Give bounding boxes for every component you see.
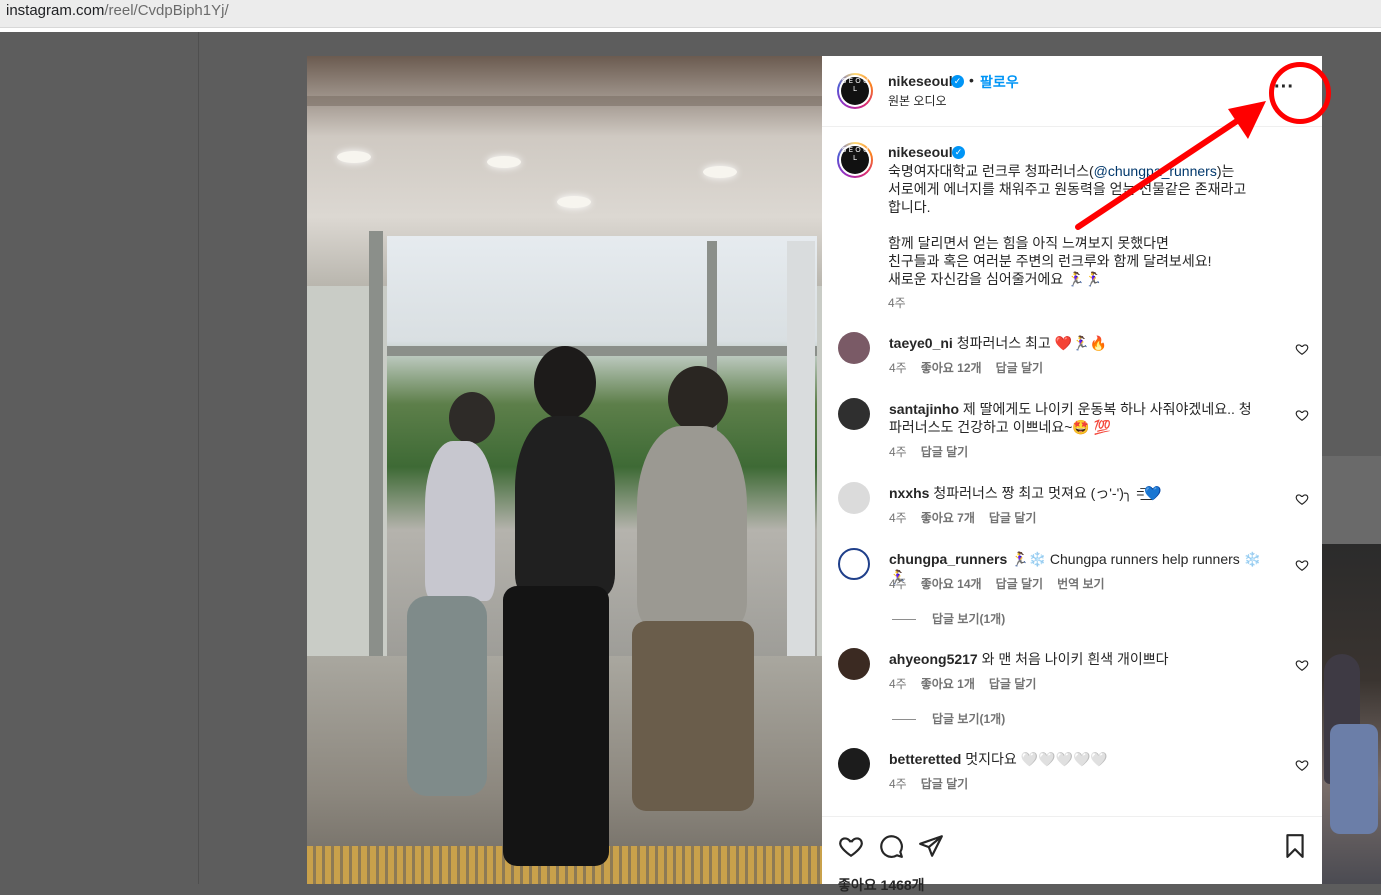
comment-time[interactable]: 4주	[889, 577, 907, 591]
commenter-username[interactable]: betteretted	[889, 751, 961, 767]
share-icon[interactable]	[918, 833, 944, 859]
annotation-circle	[1269, 62, 1331, 124]
caption-timestamp[interactable]: 4주	[888, 294, 906, 311]
comment-likes[interactable]: 좋아요 14개	[921, 577, 982, 591]
audio-label[interactable]: 원본 오디오	[888, 92, 947, 109]
commenter-avatar[interactable]	[838, 548, 870, 580]
commenter-username[interactable]: nxxhs	[889, 485, 929, 501]
author-username[interactable]: nikeseoul	[888, 73, 953, 89]
comment-time[interactable]: 4주	[889, 777, 907, 791]
translate-button[interactable]: 번역 보기	[1057, 577, 1105, 591]
commenter-username[interactable]: santajinho	[889, 401, 959, 417]
heart-icon[interactable]	[1295, 342, 1309, 356]
heart-icon[interactable]	[838, 833, 864, 859]
comment-text: 멋지다요 🤍🤍🤍🤍🤍	[965, 751, 1108, 767]
heart-icon[interactable]	[1295, 408, 1309, 422]
commenter-avatar[interactable]	[838, 332, 870, 364]
url-text[interactable]: instagram.com/reel/CvdpBiph1Yj/	[6, 2, 229, 19]
comment-text: 와 맨 처음 나이키 흰색 개이쁘다	[981, 651, 1169, 667]
caption-author-username[interactable]: nikeseoul	[888, 144, 953, 160]
comment-icon[interactable]	[878, 833, 904, 859]
view-replies-button[interactable]: 답글 보기(1개)	[892, 610, 1005, 627]
comment-text: 청파러너스 짱 최고 멋져요 (っ'-')╮ =͟͟͞💙	[933, 485, 1162, 501]
comment-time[interactable]: 4주	[889, 445, 907, 459]
url-path: /reel/CvdpBiph1Yj/	[104, 2, 229, 19]
comment-time[interactable]: 4주	[889, 361, 907, 375]
reply-button[interactable]: 답글 달기	[996, 577, 1044, 591]
commenter-username[interactable]: ahyeong5217	[889, 651, 978, 667]
heart-icon[interactable]	[1295, 558, 1309, 572]
page-top-edge	[0, 28, 1381, 32]
commenter-username[interactable]: taeye0_ni	[889, 335, 953, 351]
follow-button[interactable]: 팔로우	[980, 72, 1019, 92]
caption-author-avatar[interactable]: S E O U L	[837, 142, 873, 178]
comment-likes[interactable]: 좋아요 7개	[921, 511, 975, 525]
heart-icon[interactable]	[1295, 658, 1309, 672]
comment-time[interactable]: 4주	[889, 511, 907, 525]
reply-button[interactable]: 답글 달기	[989, 677, 1037, 691]
browser-address-bar[interactable]: instagram.com/reel/CvdpBiph1Yj/	[0, 0, 1381, 28]
view-replies-button[interactable]: 답글 보기(1개)	[892, 710, 1005, 727]
likes-count[interactable]: 좋아요 1468개	[838, 875, 925, 895]
author-avatar[interactable]: S E O U L	[837, 73, 873, 109]
reply-button[interactable]: 답글 달기	[921, 445, 969, 459]
commenter-avatar[interactable]	[838, 398, 870, 430]
verified-badge-icon: ✓	[952, 146, 965, 159]
sidebar-divider	[198, 32, 199, 884]
url-domain: instagram.com	[6, 2, 105, 19]
background-next-post-strip	[1322, 456, 1381, 544]
heart-icon[interactable]	[1295, 492, 1309, 506]
commenter-avatar[interactable]	[838, 748, 870, 780]
reel-video[interactable]	[307, 56, 822, 884]
comment-text: 청파러너스 최고 ❤️🏃‍♀️🔥	[956, 335, 1107, 351]
background-next-post-image[interactable]	[1322, 544, 1381, 884]
reply-button[interactable]: 답글 달기	[996, 361, 1044, 375]
comment-likes[interactable]: 좋아요 12개	[921, 361, 982, 375]
separator-dot: •	[969, 72, 974, 88]
commenter-avatar[interactable]	[838, 648, 870, 680]
commenter-avatar[interactable]	[838, 482, 870, 514]
comment-likes[interactable]: 좋아요 1개	[921, 677, 975, 691]
verified-badge-icon: ✓	[951, 75, 964, 88]
comment-time[interactable]: 4주	[889, 677, 907, 691]
bookmark-icon[interactable]	[1282, 833, 1308, 859]
commenter-username[interactable]: chungpa_runners	[889, 551, 1007, 567]
post-action-bar: 좋아요 1468개	[822, 816, 1322, 893]
reply-button[interactable]: 답글 달기	[921, 777, 969, 791]
heart-icon[interactable]	[1295, 758, 1309, 772]
annotation-arrow-icon	[1075, 101, 1266, 230]
reply-button[interactable]: 답글 달기	[989, 511, 1037, 525]
